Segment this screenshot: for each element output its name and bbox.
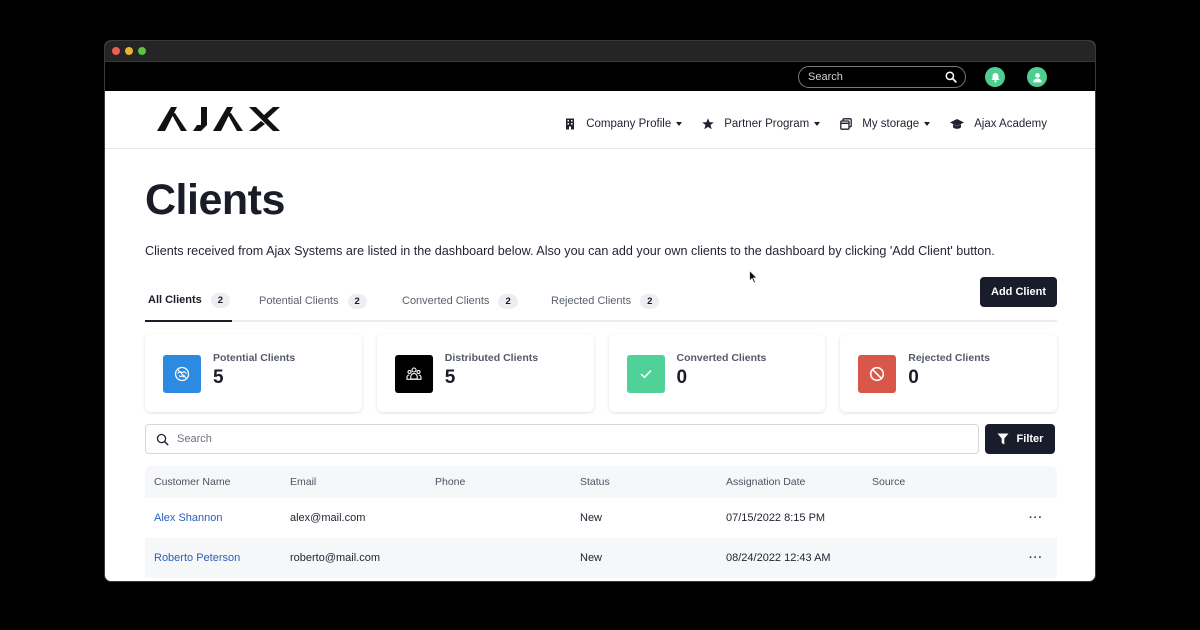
stat-icon-box: [858, 354, 897, 393]
customer-email: roberto@mail.com: [290, 552, 381, 564]
stat-label: Rejected Clients: [908, 351, 990, 364]
client-tabs: All Clients 2 Potential Clients 2 Conver…: [145, 277, 1057, 322]
stat-icon-box: [394, 354, 433, 393]
filter-icon: [997, 433, 1009, 445]
chevron-down-icon: [676, 122, 683, 126]
table-row[interactable]: Roberto Peterson roberto@mail.com New 08…: [145, 538, 1057, 578]
stats-cards: Potential Clients 5 Distributed Clients …: [145, 334, 1057, 412]
bell-icon: [991, 72, 999, 82]
clients-search-input[interactable]: Search: [145, 424, 979, 454]
column-header-phone[interactable]: Phone: [435, 476, 580, 488]
user-profile-button[interactable]: [1027, 67, 1047, 87]
more-actions-icon[interactable]: ···: [1029, 552, 1043, 564]
column-header-status[interactable]: Status: [580, 476, 726, 488]
search-icon[interactable]: [945, 71, 957, 83]
page-description: Clients received from Ajax Systems are l…: [145, 244, 995, 258]
chevron-down-icon: [924, 122, 931, 126]
stat-card-potential[interactable]: Potential Clients 5: [145, 334, 362, 412]
stat-value: 5: [444, 366, 456, 388]
notifications-button[interactable]: [985, 67, 1005, 87]
nav-my-storage-label: My storage: [862, 118, 920, 130]
close-window-button[interactable]: [112, 47, 120, 55]
top-bar: Search: [105, 62, 1095, 91]
search-placeholder: Search: [177, 433, 212, 445]
table-header: Customer Name Email Phone Status Assigna…: [145, 466, 1057, 498]
group-icon: [406, 366, 422, 380]
building-icon: [566, 118, 575, 130]
tab-converted-clients[interactable]: Converted Clients 2: [402, 284, 518, 322]
filter-button[interactable]: Filter: [985, 424, 1055, 454]
top-search-input[interactable]: Search: [798, 66, 966, 88]
column-header-source[interactable]: Source: [872, 476, 1018, 488]
tab-count-badge: 2: [640, 293, 660, 309]
customer-name-link[interactable]: Roberto Peterson: [145, 552, 290, 564]
star-icon: [702, 118, 715, 130]
assignation-date: 08/24/2022 12:43 AM: [726, 552, 831, 564]
check-icon: [640, 369, 651, 378]
stat-label: Potential Clients: [213, 351, 296, 364]
search-row: Search Filter: [145, 424, 1057, 454]
stat-card-converted[interactable]: Converted Clients 0: [608, 334, 826, 412]
nav-company-profile-label: Company Profile: [586, 118, 672, 130]
tab-label: Potential Clients: [259, 295, 339, 307]
nav-my-storage[interactable]: My storage: [840, 118, 931, 130]
filter-label: Filter: [1016, 433, 1044, 445]
tab-rejected-clients[interactable]: Rejected Clients 2: [551, 284, 660, 322]
chevron-down-icon: [814, 122, 821, 126]
ajax-logo[interactable]: [157, 105, 281, 133]
stat-value: 5: [213, 366, 224, 388]
stat-card-rejected[interactable]: Rejected Clients 0: [840, 334, 1057, 412]
table-row[interactable]: Alex Shannon alex@mail.com New 07/15/202…: [145, 498, 1057, 538]
user-icon: [1032, 72, 1042, 82]
nav-ajax-academy-label: Ajax Academy: [974, 118, 1047, 130]
maximize-window-button[interactable]: [138, 47, 146, 55]
customer-status: New: [580, 512, 603, 524]
tab-count-badge: 2: [347, 293, 367, 309]
stat-value: 0: [908, 366, 919, 388]
stat-label: Distributed Clients: [444, 351, 539, 364]
stat-value: 0: [676, 366, 688, 388]
nav-partner-program[interactable]: Partner Program: [702, 118, 821, 130]
stat-card-distributed[interactable]: Distributed Clients 5: [376, 334, 594, 412]
customer-status: New: [580, 552, 603, 564]
tab-potential-clients[interactable]: Potential Clients 2: [259, 284, 367, 322]
assignation-date: 07/15/2022 8:15 PM: [726, 512, 826, 524]
main-content: Clients Clients received from Ajax Syste…: [145, 149, 1057, 578]
tab-label: All Clients: [148, 294, 202, 306]
block-icon: [870, 366, 885, 381]
window-titlebar: [105, 41, 1095, 62]
graduation-cap-icon: [950, 119, 965, 129]
page-title: Clients: [145, 176, 285, 224]
nav-partner-program-label: Partner Program: [724, 118, 810, 130]
top-search-placeholder: Search: [808, 71, 843, 83]
column-header-customer-name[interactable]: Customer Name: [145, 476, 290, 488]
minimize-window-button[interactable]: [125, 47, 133, 55]
handshake-icon: [174, 366, 190, 381]
search-icon: [156, 433, 169, 446]
mouse-cursor-icon: [749, 270, 758, 284]
tab-label: Rejected Clients: [551, 295, 632, 307]
stat-icon-box: [626, 354, 665, 393]
nav-menu: Company Profile Partner Program My stora…: [544, 118, 1047, 130]
column-header-email[interactable]: Email: [290, 476, 435, 488]
tab-all-clients[interactable]: All Clients 2: [145, 284, 232, 322]
main-navbar: Company Profile Partner Program My stora…: [105, 91, 1095, 149]
nav-company-profile[interactable]: Company Profile: [564, 118, 683, 130]
stat-icon-box: [163, 354, 201, 393]
tab-count-badge: 2: [210, 292, 231, 308]
add-client-button[interactable]: Add Client: [980, 277, 1057, 307]
browser-window: Search Company Profile Partner Program M…: [104, 40, 1096, 582]
customer-name-link[interactable]: Alex Shannon: [145, 512, 290, 524]
clients-table: Customer Name Email Phone Status Assigna…: [145, 466, 1057, 578]
stat-label: Converted Clients: [676, 351, 767, 364]
storage-icon: [840, 118, 853, 130]
nav-ajax-academy[interactable]: Ajax Academy: [950, 118, 1047, 130]
column-header-assignation-date[interactable]: Assignation Date: [726, 476, 872, 488]
tab-count-badge: 2: [498, 293, 518, 309]
more-actions-icon[interactable]: ···: [1029, 512, 1043, 524]
tab-label: Converted Clients: [402, 295, 490, 307]
customer-email: alex@mail.com: [290, 512, 366, 524]
